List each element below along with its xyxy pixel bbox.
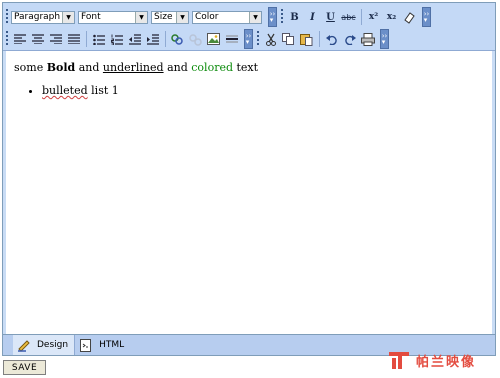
italic-button[interactable]: I [304, 8, 321, 26]
unordered-list-button[interactable] [90, 30, 107, 48]
toolbar-grip[interactable] [6, 31, 8, 47]
align-right-button[interactable] [47, 30, 64, 48]
tab-html[interactable]: HTML [75, 335, 130, 355]
bulleted-list: bulleted list 1 [14, 84, 484, 97]
color-select-value: Color [195, 11, 219, 22]
align-left-icon [13, 34, 26, 44]
toolbar-separator [165, 31, 166, 47]
toolbar: Paragraph ▼ Font ▼ Size ▼ Color ▼ ›› ▾ B … [3, 3, 495, 51]
undo-button[interactable] [323, 30, 340, 48]
outdent-icon [128, 33, 141, 45]
ordered-list-button[interactable] [108, 30, 125, 48]
outdent-button[interactable] [126, 30, 143, 48]
tab-design[interactable]: Design [13, 335, 76, 355]
watermark: 帕兰映像 [388, 348, 476, 372]
toolbar-separator [361, 9, 362, 25]
link-button[interactable] [169, 30, 186, 48]
format-select-value: Paragraph [14, 11, 61, 22]
chevron-down-icon: ▼ [135, 11, 147, 23]
redo-icon [344, 34, 356, 45]
align-justify-button[interactable] [65, 30, 82, 48]
size-select-value: Size [154, 11, 173, 22]
text-run: text [233, 61, 259, 74]
more-icon: ›› ▾ [245, 32, 252, 46]
link-icon [171, 33, 183, 45]
chevron-down-icon: ▼ [62, 11, 74, 23]
html-source-icon [79, 338, 93, 352]
toolbar-separator [319, 31, 320, 47]
bold-text: Bold [46, 61, 76, 74]
toolbar-row-2: ›› ▾ ›› ▾ [5, 28, 392, 50]
font-select[interactable]: Font ▼ [78, 10, 148, 24]
cut-icon [265, 33, 276, 46]
horizontal-rule-button[interactable] [223, 30, 240, 48]
eraser-icon [404, 11, 415, 24]
editor-content[interactable]: some Bold and underlined and colored tex… [6, 51, 492, 335]
rich-text-editor: Paragraph ▼ Font ▼ Size ▼ Color ▼ ›› ▾ B … [2, 2, 496, 356]
toolbar-overflow-button[interactable]: ›› ▾ [422, 7, 431, 27]
more-icon: ›› ▾ [423, 10, 430, 24]
cut-button[interactable] [262, 30, 279, 48]
toolbar-grip[interactable] [281, 9, 283, 25]
text-run: and [75, 61, 103, 74]
tab-html-label: HTML [99, 340, 125, 350]
strikethrough-button[interactable]: abc [340, 8, 357, 26]
toolbar-grip[interactable] [257, 31, 259, 47]
align-center-icon [31, 34, 44, 44]
format-select[interactable]: Paragraph ▼ [11, 10, 75, 24]
copy-icon [282, 32, 294, 45]
undo-icon [325, 34, 337, 45]
chevron-down-icon: ▼ [249, 11, 261, 23]
eraser-button[interactable] [401, 8, 418, 26]
image-button[interactable] [205, 30, 222, 48]
more-icon: ›› ▾ [381, 32, 388, 46]
watermark-text: 帕兰映像 [416, 354, 477, 370]
image-icon [207, 33, 220, 45]
tab-design-label: Design [37, 340, 69, 350]
superscript-button[interactable]: x² [365, 8, 382, 26]
toolbar-row-1: Paragraph ▼ Font ▼ Size ▼ Color ▼ ›› ▾ B … [5, 6, 434, 28]
toolbar-separator [86, 31, 87, 47]
font-select-value: Font [81, 11, 101, 22]
save-button[interactable]: SAVE [3, 360, 46, 375]
paste-button[interactable] [298, 30, 315, 48]
print-button[interactable] [359, 30, 376, 48]
redo-button[interactable] [341, 30, 358, 48]
indent-icon [146, 33, 159, 45]
bold-button[interactable]: B [286, 8, 303, 26]
size-select[interactable]: Size ▼ [151, 10, 189, 24]
misspelled-word: bulleted [42, 84, 88, 97]
ordered-list-icon [110, 34, 123, 45]
colored-text: colored [191, 61, 233, 74]
text-run: some [14, 61, 47, 74]
content-paragraph: some Bold and underlined and colored tex… [14, 61, 484, 74]
align-right-icon [49, 34, 62, 44]
align-center-button[interactable] [29, 30, 46, 48]
chevron-down-icon: ▼ [176, 11, 188, 23]
align-justify-icon [67, 34, 80, 44]
toolbar-overflow-button[interactable]: ›› ▾ [244, 29, 253, 49]
underlined-text: underlined [102, 61, 164, 74]
indent-button[interactable] [144, 30, 161, 48]
more-icon: ›› ▾ [269, 10, 276, 24]
unlink-button[interactable] [187, 30, 204, 48]
unordered-list-icon [92, 34, 105, 45]
align-left-button[interactable] [11, 30, 28, 48]
toolbar-grip[interactable] [6, 9, 8, 25]
unlink-icon [189, 33, 202, 46]
text-run: list 1 [87, 84, 119, 97]
paste-icon [300, 33, 313, 46]
underline-button[interactable]: U [322, 8, 339, 26]
pencil-icon [17, 338, 31, 352]
subscript-button[interactable]: x₂ [383, 8, 400, 26]
copy-button[interactable] [280, 30, 297, 48]
watermark-logo-icon [389, 352, 409, 369]
print-icon [360, 32, 375, 46]
list-item: bulleted list 1 [42, 84, 484, 97]
color-select[interactable]: Color ▼ [192, 10, 262, 24]
toolbar-overflow-button[interactable]: ›› ▾ [268, 7, 277, 27]
text-run: and [163, 61, 192, 74]
horizontal-rule-icon [225, 35, 238, 43]
toolbar-overflow-button[interactable]: ›› ▾ [380, 29, 389, 49]
